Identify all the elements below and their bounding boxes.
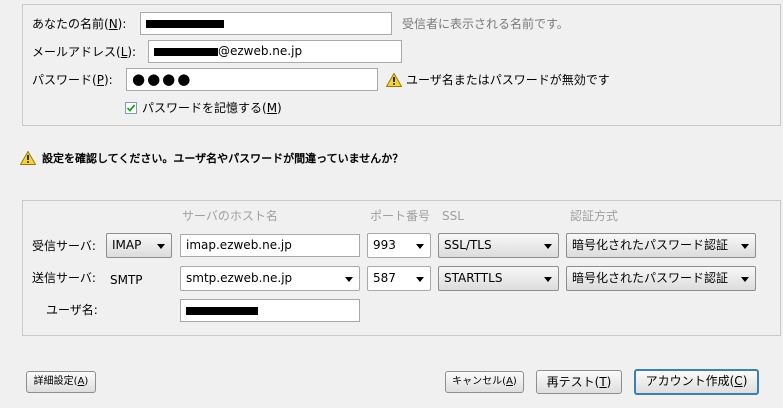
remember-password-checkbox[interactable] (125, 102, 137, 114)
redacted-username (186, 306, 258, 315)
notice-text: 設定を確認してください。ユーザ名やパスワードが間違っていませんか？ (42, 152, 404, 165)
outgoing-protocol: SMTP (110, 273, 143, 287)
outgoing-server-label: 送信サーバ: (32, 271, 96, 285)
outgoing-host-select[interactable]: smtp.ezweb.ne.jp (180, 266, 360, 291)
incoming-host-field[interactable]: imap.ezweb.ne.jp (180, 234, 360, 257)
chevron-down-icon (416, 277, 424, 282)
password-warning-text: ユーザ名またはパスワードが無効です (406, 73, 610, 87)
chevron-down-icon (544, 244, 552, 249)
outgoing-port-select[interactable]: 587 (367, 266, 431, 291)
email-label: メールアドレス(L): (32, 45, 137, 59)
chevron-down-icon (741, 277, 749, 282)
email-domain: @ezweb.ne.jp (218, 44, 303, 58)
redacted-email-user (154, 47, 218, 56)
incoming-auth-select[interactable]: 暗号化されたパスワード認証 (566, 233, 756, 258)
email-field[interactable]: @ezweb.ne.jp (148, 40, 402, 63)
chevron-down-icon (345, 277, 353, 282)
name-field[interactable] (140, 12, 392, 35)
password-field[interactable]: ●●●● (126, 68, 378, 91)
chevron-down-icon (416, 244, 424, 249)
remember-password-label[interactable]: パスワードを記憶する(M) (142, 100, 282, 116)
advanced-settings-button[interactable]: 詳細設定(A) (26, 371, 96, 393)
incoming-ssl-select[interactable]: SSL/TLS (438, 233, 559, 258)
password-label: パスワード(P): (32, 73, 113, 87)
redacted-name (146, 19, 224, 28)
cancel-button[interactable]: キャンセル(A) (445, 371, 524, 393)
header-host: サーバのホスト名 (182, 209, 278, 223)
incoming-server-label: 受信サーバ: (32, 239, 96, 253)
username-field[interactable] (180, 299, 360, 322)
chevron-down-icon (157, 244, 165, 249)
chevron-down-icon (741, 244, 749, 249)
incoming-port-select[interactable]: 993 (367, 233, 431, 258)
chevron-down-icon (544, 277, 552, 282)
username-label: ユーザ名: (46, 303, 98, 317)
header-auth: 認証方式 (570, 209, 619, 223)
warning-icon (386, 73, 402, 87)
checkmark-icon (126, 104, 136, 112)
name-label: あなたの名前(N): (32, 17, 127, 31)
password-dots: ●●●● (132, 70, 193, 88)
header-ssl: SSL (442, 209, 464, 223)
name-hint: 受信者に表示される名前です。 (402, 17, 569, 31)
outgoing-ssl-select[interactable]: STARTTLS (438, 266, 559, 291)
incoming-protocol-select[interactable]: IMAP (106, 233, 172, 258)
retest-button[interactable]: 再テスト(T) (536, 370, 622, 394)
outgoing-auth-select[interactable]: 暗号化されたパスワード認証 (566, 266, 756, 291)
header-port: ポート番号 (370, 209, 431, 223)
create-account-button[interactable]: アカウント作成(C) (634, 369, 759, 395)
notice-warning-icon (20, 151, 36, 165)
